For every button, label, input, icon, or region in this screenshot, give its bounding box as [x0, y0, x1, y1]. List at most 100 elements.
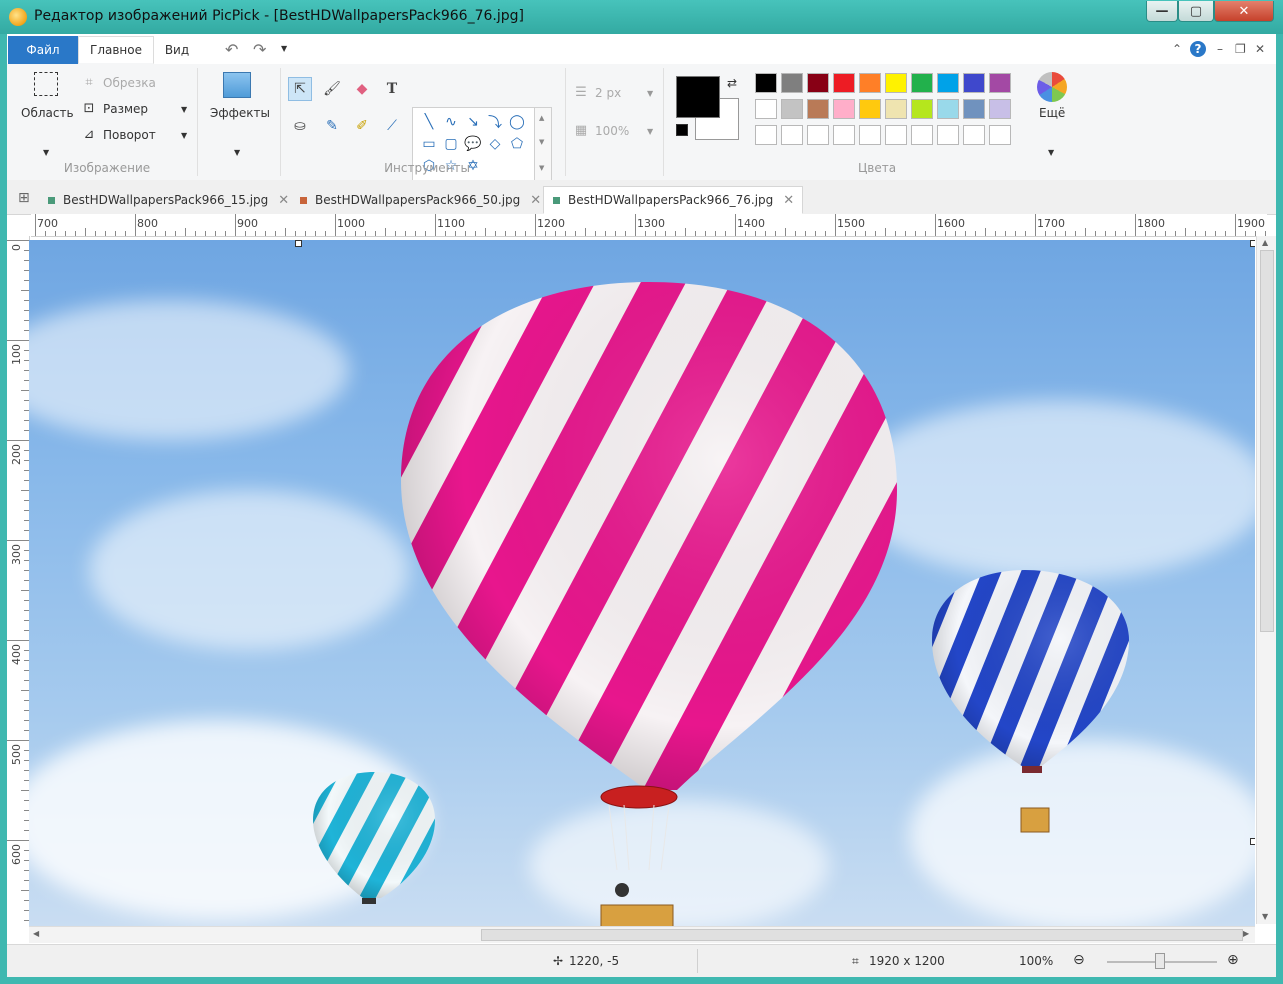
highlighter-tool-icon[interactable]: ✐ [350, 114, 374, 138]
shapes-scroll[interactable]: ▲ ▼ ▼ [534, 108, 551, 184]
palette-color-swatch[interactable] [911, 73, 933, 93]
palette-color-swatch[interactable] [963, 125, 985, 145]
eraser-tool-icon[interactable]: ◆ [350, 77, 374, 101]
palette-color-swatch[interactable] [885, 99, 907, 119]
file-menu-button[interactable]: Файл [8, 36, 78, 64]
more-colors-label[interactable]: Ещё [1039, 106, 1065, 120]
palette-color-swatch[interactable] [755, 99, 777, 119]
palette-color-swatch[interactable] [937, 99, 959, 119]
tab-view[interactable]: Вид [157, 36, 197, 64]
zoom-out-icon[interactable]: ⊖ [1073, 952, 1085, 968]
horizontal-scrollbar[interactable]: ◀ ▶ [29, 926, 1255, 943]
palette-color-swatch[interactable] [963, 73, 985, 93]
scroll-left-icon[interactable]: ◀ [33, 929, 39, 938]
resize-button[interactable]: ⊡ Размер [81, 101, 148, 117]
reset-colors-icon[interactable] [676, 124, 688, 136]
effects-icon[interactable] [223, 72, 251, 98]
select-area-icon[interactable] [34, 72, 58, 96]
palette-color-swatch[interactable] [937, 125, 959, 145]
arrow-shape-icon[interactable]: ↘ [463, 112, 483, 132]
palette-color-swatch[interactable] [781, 73, 803, 93]
vertical-scrollbar[interactable]: ▲ ▼ [1256, 236, 1276, 924]
document-tab[interactable]: BestHDWallpapersPack966_15.jpg ✕ [39, 186, 289, 214]
fill-tool-icon[interactable]: ⛀ [288, 114, 312, 138]
more-colors-icon[interactable] [1037, 72, 1067, 102]
scroll-up-icon[interactable]: ▲ [1262, 238, 1268, 247]
document-tab-active[interactable]: BestHDWallpapersPack966_76.jpg ✕ [543, 186, 804, 214]
callout-shape-icon[interactable]: 💬 [463, 134, 483, 154]
area-dropdown-icon[interactable]: ▼ [43, 148, 49, 157]
diamond-shape-icon[interactable]: ◇ [485, 134, 505, 154]
line-width-caret-icon[interactable]: ▼ [647, 89, 653, 98]
palette-color-swatch[interactable] [963, 99, 985, 119]
palette-color-swatch[interactable] [885, 73, 907, 93]
image-canvas[interactable] [29, 240, 1255, 926]
select-tool-icon[interactable]: ⇱ [288, 77, 312, 101]
palette-color-swatch[interactable] [807, 99, 829, 119]
resize-handle[interactable] [295, 240, 302, 247]
redo-icon[interactable]: ↷ [253, 40, 266, 59]
palette-color-swatch[interactable] [859, 125, 881, 145]
palette-color-swatch[interactable] [755, 73, 777, 93]
palette-color-swatch[interactable] [833, 73, 855, 93]
rotate-dropdown-icon[interactable]: ▼ [181, 131, 187, 140]
effects-dropdown-icon[interactable]: ▼ [234, 148, 240, 157]
curved-arrow-shape-icon[interactable]: ⤵ [485, 112, 505, 132]
pencil-tool-icon[interactable]: ✎ [320, 114, 344, 138]
scroll-down-icon[interactable]: ▼ [1262, 912, 1268, 921]
close-tab-icon[interactable]: ✕ [783, 193, 794, 208]
palette-color-swatch[interactable] [807, 73, 829, 93]
palette-color-swatch[interactable] [885, 125, 907, 145]
line-shape-icon[interactable]: ╲ [419, 112, 439, 132]
zoom-in-icon[interactable]: ⊕ [1227, 952, 1239, 968]
color-picker-tool-icon[interactable]: ⟋ [380, 114, 404, 138]
document-tab[interactable]: BestHDWallpapersPack966_50.jpg ✕ [291, 186, 541, 214]
zoom-slider-thumb[interactable] [1155, 953, 1165, 969]
palette-color-swatch[interactable] [833, 99, 855, 119]
resize-dropdown-icon[interactable]: ▼ [181, 105, 187, 114]
opacity-caret-icon[interactable]: ▼ [647, 127, 653, 136]
undo-icon[interactable]: ↶ [225, 40, 238, 59]
tab-home[interactable]: Главное [78, 36, 154, 64]
palette-color-swatch[interactable] [937, 73, 959, 93]
palette-color-swatch[interactable] [833, 125, 855, 145]
resize-handle[interactable] [1250, 838, 1255, 845]
minimize-button[interactable]: — [1146, 1, 1178, 22]
crop-button[interactable]: ⌗ Обрезка [81, 75, 156, 91]
rectangle-shape-icon[interactable]: ▭ [419, 134, 439, 154]
quick-access-dropdown-icon[interactable]: ▼ [281, 44, 287, 53]
palette-color-swatch[interactable] [859, 73, 881, 93]
rounded-rect-shape-icon[interactable]: ▢ [441, 134, 461, 154]
close-tab-icon[interactable]: ✕ [278, 193, 289, 208]
help-icon[interactable]: ? [1190, 41, 1206, 57]
palette-color-swatch[interactable] [989, 125, 1011, 145]
vertical-scroll-thumb[interactable] [1260, 250, 1274, 632]
palette-color-swatch[interactable] [755, 125, 777, 145]
palette-color-swatch[interactable] [781, 125, 803, 145]
ellipse-shape-icon[interactable]: ◯ [507, 112, 527, 132]
curve-shape-icon[interactable]: ∿ [441, 112, 461, 132]
effects-button-label[interactable]: Эффекты [210, 106, 270, 120]
primary-color-swatch[interactable] [676, 76, 720, 118]
line-width-dropdown[interactable]: ☰ 2 px [573, 85, 621, 101]
palette-color-swatch[interactable] [989, 99, 1011, 119]
palette-color-swatch[interactable] [911, 125, 933, 145]
pentagon-shape-icon[interactable]: ⬠ [507, 134, 527, 154]
text-tool-icon[interactable]: T [380, 77, 404, 101]
collapse-ribbon-icon[interactable]: ⌃ [1172, 42, 1182, 56]
rotate-button[interactable]: ⊿ Поворот [81, 127, 156, 143]
palette-color-swatch[interactable] [781, 99, 803, 119]
resize-handle[interactable] [1250, 240, 1255, 247]
palette-color-swatch[interactable] [859, 99, 881, 119]
palette-color-swatch[interactable] [911, 99, 933, 119]
palette-color-swatch[interactable] [807, 125, 829, 145]
palette-color-swatch[interactable] [989, 73, 1011, 93]
tab-grid-view-icon[interactable]: ⊞ [18, 190, 30, 206]
doc-restore-icon[interactable]: ❐ [1235, 42, 1246, 56]
area-button-label[interactable]: Область [21, 106, 74, 120]
opacity-dropdown[interactable]: ▦ 100% [573, 123, 629, 139]
brush-tool-icon[interactable]: 🖌 [320, 77, 344, 101]
colors-dropdown-icon[interactable]: ▼ [1048, 148, 1054, 157]
doc-close-icon[interactable]: ✕ [1255, 42, 1265, 56]
doc-minimize-icon[interactable]: – [1217, 42, 1223, 56]
